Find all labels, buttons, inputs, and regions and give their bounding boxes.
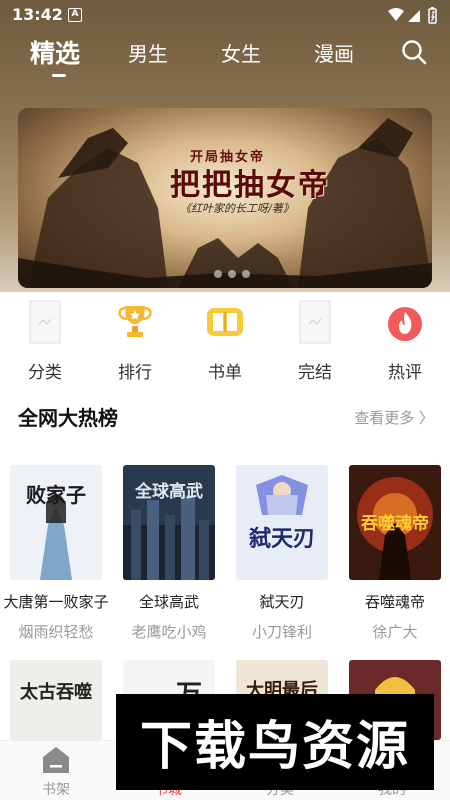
trophy-icon: [118, 306, 152, 337]
placeholder-icon: [299, 300, 331, 344]
banner-author: 《红叶家的长工呀/著》: [180, 202, 294, 215]
shortcut-ranking[interactable]: 排行: [100, 298, 170, 383]
book-cover[interactable]: 弑天刃: [236, 465, 328, 580]
book-title[interactable]: 大唐第一败家子: [0, 591, 112, 612]
book-author: 徐广大: [372, 623, 418, 641]
tab-label: 书架: [42, 782, 70, 798]
book-title[interactable]: 吞噬魂帝: [339, 591, 450, 612]
book-author: 小刀锋利: [251, 623, 312, 641]
placeholder-icon: [29, 300, 61, 344]
tab-comics[interactable]: 漫画: [314, 38, 354, 67]
shortcut-booklist[interactable]: 书单: [190, 298, 260, 383]
watermark-overlay: 下载鸟资源: [116, 694, 434, 790]
flame-icon: [388, 307, 422, 341]
book-list-icon: [207, 308, 243, 336]
cover-title: 太古吞噬: [20, 682, 92, 703]
cover-title: 败家子: [26, 483, 86, 507]
banner-pagination: [214, 270, 254, 280]
book-card[interactable]: 吞噬魂帝 吞噬魂帝 徐广大: [339, 465, 450, 645]
promo-banner[interactable]: 开局抽女帝 把把抽女帝 《红叶家的长工呀/著》: [18, 108, 432, 288]
status-bar: 13:42 A: [0, 0, 450, 32]
tab-featured[interactable]: 精选: [30, 34, 80, 70]
shortcut-label: 完结: [298, 363, 332, 383]
notification-icon: A: [68, 8, 82, 22]
book-card[interactable]: 弑天刃 弑天刃 小刀锋利: [226, 465, 338, 645]
cover-title: 全球高武: [135, 482, 203, 502]
shortcut-label: 分类: [28, 363, 62, 383]
book-cover[interactable]: 太古吞噬: [10, 660, 102, 740]
banner-dot[interactable]: [214, 270, 222, 278]
book-cover[interactable]: 吞噬魂帝: [349, 465, 441, 580]
shortcut-label: 排行: [118, 363, 152, 383]
banner-dot[interactable]: [228, 270, 236, 278]
tab-female[interactable]: 女生: [221, 38, 261, 67]
book-author: 烟雨织轻愁: [18, 623, 94, 641]
book-title[interactable]: 弑天刃: [226, 591, 338, 612]
status-time: 13:42: [12, 5, 63, 24]
active-tab-indicator: [52, 74, 66, 77]
signal-battery-icon: [388, 7, 437, 24]
cover-title: 吞噬魂帝: [361, 514, 429, 534]
book-title[interactable]: 全球高武: [113, 591, 225, 612]
banner-dot[interactable]: [242, 270, 250, 278]
book-card[interactable]: 全球高武 全球高武 老鹰吃小鸡: [113, 465, 225, 645]
search-icon[interactable]: [400, 38, 428, 66]
tab-male[interactable]: 男生: [128, 38, 168, 67]
shortcut-completed[interactable]: 完结: [280, 298, 350, 383]
shortcut-hot-reviews[interactable]: 热评: [370, 298, 440, 383]
book-card[interactable]: 败家子 大唐第一败家子 烟雨织轻愁: [0, 465, 112, 645]
cover-title: 弑天刃: [248, 526, 315, 552]
watermark-text: 下载鸟资源: [139, 717, 410, 777]
bookshelf-icon: [43, 747, 69, 773]
category-shortcuts: 分类 排行 书单 完结 热评: [0, 292, 450, 383]
hot-list-header: 全网大热榜 查看更多 〉: [0, 398, 450, 438]
top-nav: 精选 男生 女生 漫画: [0, 34, 450, 84]
book-author: 老鹰吃小鸡: [131, 623, 207, 641]
section-title: 全网大热榜: [18, 406, 118, 430]
book-cover[interactable]: 全球高武: [123, 465, 215, 580]
shortcut-label: 热评: [388, 363, 422, 383]
shortcut-label: 书单: [208, 363, 242, 383]
view-more-link[interactable]: 查看更多 〉: [354, 407, 434, 428]
banner-title: 把把抽女帝: [170, 168, 330, 203]
tab-bookshelf[interactable]: 书架: [0, 741, 112, 800]
shortcut-category[interactable]: 分类: [10, 298, 80, 383]
book-cover[interactable]: 败家子: [10, 465, 102, 580]
